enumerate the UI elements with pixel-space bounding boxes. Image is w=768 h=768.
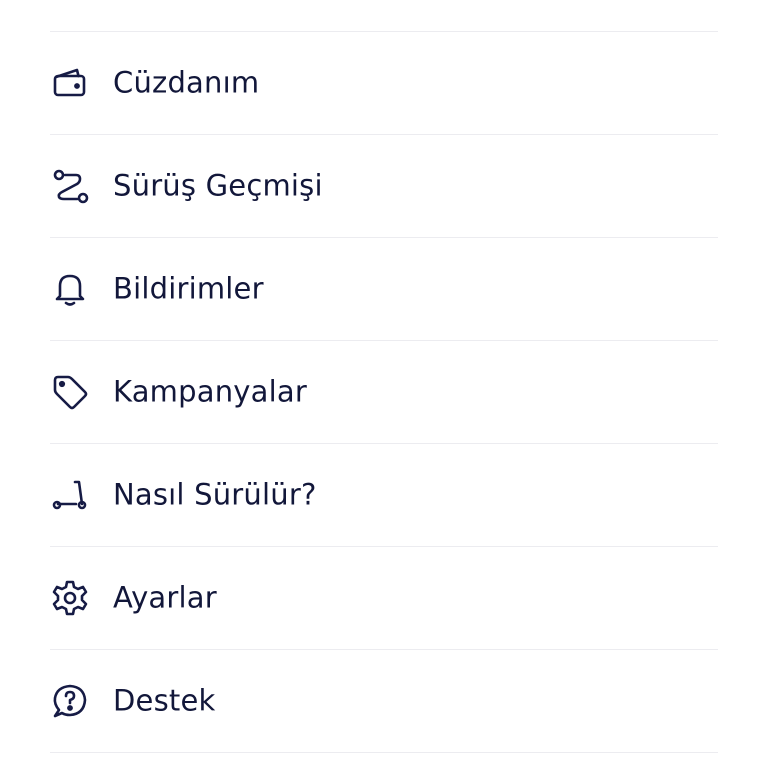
menu-item-ride-history[interactable]: Sürüş Geçmişi: [50, 135, 718, 238]
menu-item-how-to-ride[interactable]: Nasıl Sürülür?: [50, 444, 718, 547]
menu-item-label: Bildirimler: [113, 271, 264, 306]
wallet-icon: [50, 63, 90, 103]
route-icon: [50, 166, 90, 206]
profile-menu-screen: Cüzdanım Sürüş Geçmişi Bildirimler Kampa…: [0, 0, 768, 768]
menu-item-campaigns[interactable]: Kampanyalar: [50, 341, 718, 444]
menu-item-notifications[interactable]: Bildirimler: [50, 238, 718, 341]
gear-icon: [50, 578, 90, 618]
bell-icon: [50, 269, 90, 309]
menu-item-label: Sürüş Geçmişi: [113, 168, 323, 203]
help-icon: [50, 681, 90, 721]
menu-item-wallet[interactable]: Cüzdanım: [50, 32, 718, 135]
menu-item-label: Kampanyalar: [113, 374, 307, 409]
menu-item-label: Cüzdanım: [113, 65, 260, 100]
scooter-icon: [50, 475, 90, 515]
menu-item-settings[interactable]: Ayarlar: [50, 547, 718, 650]
menu-item-label: Nasıl Sürülür?: [113, 477, 317, 512]
menu-item-label: Destek: [113, 683, 216, 718]
menu-item-support[interactable]: Destek: [50, 650, 718, 753]
menu-item-label: Ayarlar: [113, 580, 217, 615]
menu-list: Cüzdanım Sürüş Geçmişi Bildirimler Kampa…: [50, 31, 718, 753]
tag-icon: [50, 372, 90, 412]
